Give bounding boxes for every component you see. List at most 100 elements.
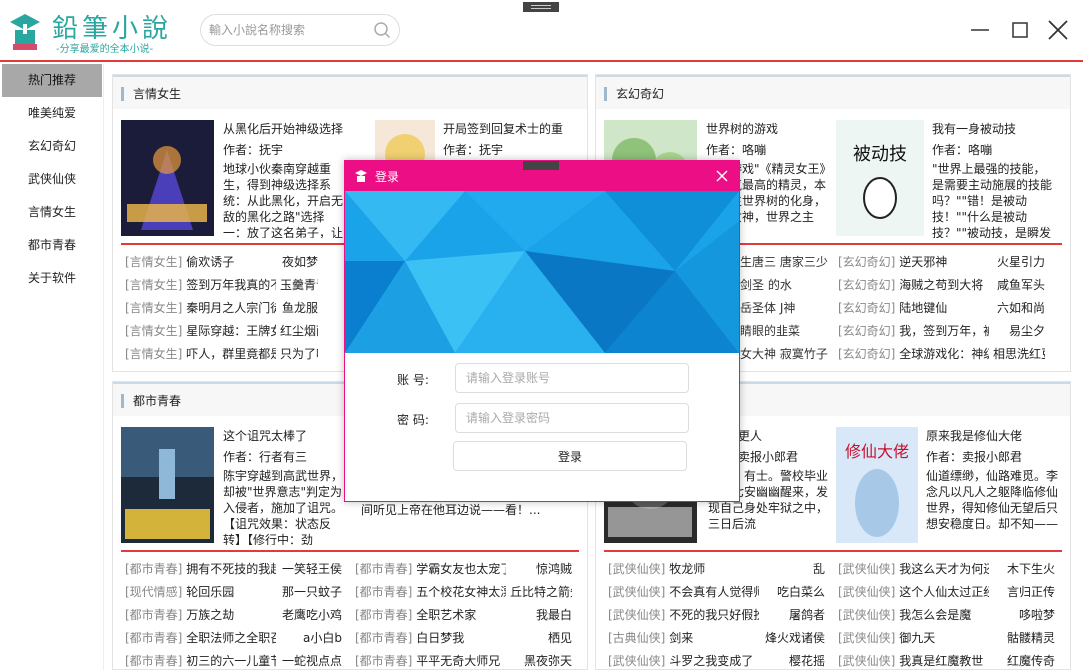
book-title[interactable]: 世界树的游戏 — [706, 120, 826, 138]
list-title[interactable]: 五个校花女神太漂 — [416, 581, 506, 604]
book-cover[interactable]: 修仙大佬 — [836, 427, 918, 543]
list-item[interactable]: [武侠仙侠] 不死的我只好假扮 屠鸽者 — [608, 604, 830, 627]
search-input[interactable] — [209, 15, 369, 45]
list-title[interactable]: 吓人，群里竟都是高手 — [186, 343, 276, 366]
list-title[interactable]: 我，签到万年，被美女 — [899, 320, 989, 343]
list-title[interactable]: 我真是红魔教世 — [899, 650, 989, 669]
list-item[interactable]: [武侠仙侠] 我怎么会是魔 哆啦梦 — [838, 604, 1064, 627]
maximize-icon[interactable] — [1008, 18, 1032, 42]
list-item[interactable]: [都市青春] 白日梦我 栖见 — [355, 627, 581, 650]
book-cover[interactable] — [121, 427, 214, 543]
list-title[interactable]: 秦明月之人宗门徒 — [186, 297, 276, 320]
login-button[interactable]: 登录 — [453, 441, 687, 471]
sidebar-item-female[interactable]: 言情女生 — [2, 196, 102, 229]
book-title[interactable]: 这个诅咒太棒了 — [223, 427, 343, 445]
list-item[interactable]: [玄幻奇幻] 我，签到万年，被美女 易尘夕 — [838, 320, 1064, 343]
close-icon[interactable] — [1046, 18, 1070, 42]
list-item[interactable]: [都市青春] 全职法师之全职召唤 a小白b — [125, 627, 347, 650]
list-item[interactable]: [都市青春] 平平无奇大师兄 黑夜弥天 — [355, 650, 581, 669]
list-title[interactable]: 剑圣 — [740, 278, 764, 292]
list-item[interactable]: [古典仙侠] 剑来 烽火戏诸侯 — [608, 627, 830, 650]
book-card[interactable]: 这个诅咒太棒了 作者：行者有三 陈宇穿越到高武世界，却被"世界意志"判定为入侵者… — [121, 427, 343, 545]
list-title[interactable]: 我这么天才为何还 — [899, 558, 989, 581]
list-title[interactable]: 岳圣体 — [740, 301, 776, 315]
list-title[interactable]: 海贼之苟到大将 — [899, 274, 989, 297]
list-title[interactable]: 万族之劫 — [186, 604, 276, 627]
book-title[interactable]: 从黑化后开始神级选择 — [223, 120, 343, 138]
list-title[interactable]: 初三的六一儿童节 — [186, 650, 276, 669]
sidebar-item-about[interactable]: 关于软件 — [2, 262, 102, 295]
list-item[interactable]: [都市青春] 拥有不死技的我超 一笑轻王侯 — [125, 558, 347, 581]
list-item[interactable]: [武侠仙侠] 我这么天才为何还 木下生火 — [838, 558, 1064, 581]
book-card[interactable]: 修仙大佬 原来我是修仙大佬 作者：卖报小郎君 仙道缥缈，仙路难觅。李念凡以凡人之… — [836, 427, 1058, 545]
sidebar-item-fantasy[interactable]: 玄幻奇幻 — [2, 130, 102, 163]
list-title[interactable]: 拥有不死技的我超 — [186, 558, 276, 581]
list-title[interactable]: 斗罗之我变成了 — [669, 650, 759, 669]
list-item[interactable]: [玄幻奇幻] 海贼之苟到大将 咸鱼军头 — [838, 274, 1064, 297]
book-title[interactable]: 原来我是修仙大佬 — [926, 427, 1058, 445]
list-item[interactable]: [都市青春] 学霸女友也太宠了吧 惊鸿贼 — [355, 558, 581, 581]
list-item[interactable]: [言情女生] 签到万年我真的不想 玉羹青青 — [125, 274, 347, 297]
list-item[interactable]: [都市青春] 五个校花女神太漂 丘比特之箭矢 — [355, 581, 581, 604]
search-icon[interactable] — [373, 21, 391, 39]
password-input[interactable] — [455, 403, 689, 433]
list-title[interactable]: 我怎么会是魔 — [899, 604, 989, 627]
list-item[interactable]: [言情女生] 吓人，群里竟都是高手 只为了哈 — [125, 343, 347, 366]
account-input[interactable] — [455, 363, 689, 393]
list-title[interactable]: 这个人仙太过正经 — [899, 581, 989, 604]
book-title[interactable]: 开局签到回复术士的重启人生 — [443, 120, 563, 138]
list-item[interactable]: [武侠仙侠] 斗罗之我变成了 樱花摇 — [608, 650, 830, 669]
list-item[interactable]: [都市青春] 全职艺术家 我最白 — [355, 604, 581, 627]
list-item[interactable]: [言情女生] 秦明月之人宗门徒 鱼龙服 — [125, 297, 347, 320]
list-title[interactable]: 全球游戏化：神级 — [899, 343, 989, 366]
close-icon[interactable] — [715, 169, 729, 183]
sidebar-item-wuxia[interactable]: 武侠仙侠 — [2, 163, 102, 196]
list-item[interactable]: [言情女生] 星际穿越：王牌女元帅 红尘烟雨 — [125, 320, 347, 343]
list-title[interactable]: 星际穿越：王牌女元帅 — [186, 320, 276, 343]
sidebar-item-romance[interactable]: 唯美纯爱 — [2, 97, 102, 130]
list-item[interactable]: [玄幻奇幻] 陆地键仙 六如和尚 — [838, 297, 1064, 320]
list-title[interactable]: 不会真有人觉得师 — [669, 581, 759, 604]
list-item[interactable]: [玄幻奇幻] 逆天邪神 火星引力 — [838, 251, 1064, 274]
list-title[interactable]: 偷欢诱子 — [186, 251, 276, 274]
drag-handle[interactable] — [523, 2, 559, 12]
list-item[interactable]: 女大神 寂寞竹子 — [740, 343, 832, 366]
book-title[interactable]: 更人 — [738, 427, 828, 445]
list-title[interactable]: 不死的我只好假扮 — [669, 604, 759, 627]
list-title[interactable]: 全职法师之全职召唤 — [186, 627, 276, 650]
list-title[interactable]: 签到万年我真的不想 — [186, 274, 276, 297]
book-title[interactable]: 我有一身被动技 — [932, 120, 1052, 138]
dialog-titlebar[interactable]: 登录 — [345, 161, 739, 191]
book-cover[interactable]: 被动技 — [836, 120, 924, 236]
sidebar-item-hot[interactable]: 热门推荐 — [2, 64, 102, 97]
list-item[interactable]: [玄幻奇幻] 全球游戏化：神级 相思洗红豆 — [838, 343, 1064, 366]
book-cover[interactable] — [121, 120, 214, 236]
list-title[interactable]: 全职艺术家 — [416, 604, 506, 627]
list-title[interactable]: 学霸女友也太宠了吧 — [416, 558, 506, 581]
list-title[interactable]: 轮回乐园 — [186, 581, 276, 604]
list-item[interactable]: 睛眼的韭菜 — [740, 320, 832, 343]
book-card[interactable]: 被动技 我有一身被动技 作者：咯嘣 "世界上最强的技能，是需要主动施展的技能吗？… — [836, 120, 1058, 238]
list-item[interactable]: [武侠仙侠] 不会真有人觉得师 吃白菜么 — [608, 581, 830, 604]
list-title[interactable]: 生唐三 — [740, 255, 776, 269]
drag-handle[interactable] — [523, 161, 559, 170]
list-title[interactable]: 逆天邪神 — [899, 251, 989, 274]
list-item[interactable]: [现代情感] 轮回乐园 那一只蚊子 — [125, 581, 347, 604]
list-item[interactable]: [武侠仙侠] 牧龙师 乱 — [608, 558, 830, 581]
list-title[interactable]: 平平无奇大师兄 — [416, 650, 506, 669]
list-title[interactable]: 牧龙师 — [669, 558, 759, 581]
list-title[interactable]: 白日梦我 — [416, 627, 506, 650]
list-item[interactable]: [武侠仙侠] 这个人仙太过正经 言归正传 — [838, 581, 1064, 604]
list-item[interactable]: [都市青春] 万族之劫 老鹰吃小鸡 — [125, 604, 347, 627]
minimize-icon[interactable] — [968, 18, 992, 42]
book-card[interactable]: 从黑化后开始神级选择 作者：抚宇 地球小伙秦南穿越重生，得到神级选择系统：从此黑… — [121, 120, 343, 238]
list-item[interactable]: 剑圣 的水 — [740, 274, 832, 297]
list-item[interactable]: 岳圣体 J神 — [740, 297, 832, 320]
list-title[interactable]: 睛眼的韭菜 — [740, 324, 800, 338]
list-title[interactable]: 剑来 — [669, 627, 759, 650]
list-item[interactable]: [武侠仙侠] 御九天 骷髅精灵 — [838, 627, 1064, 650]
list-title[interactable]: 女大神 — [740, 347, 776, 361]
sidebar-item-urban[interactable]: 都市青春 — [2, 229, 102, 262]
list-item[interactable]: 生唐三 唐家三少 — [740, 251, 832, 274]
list-title[interactable]: 御九天 — [899, 627, 989, 650]
